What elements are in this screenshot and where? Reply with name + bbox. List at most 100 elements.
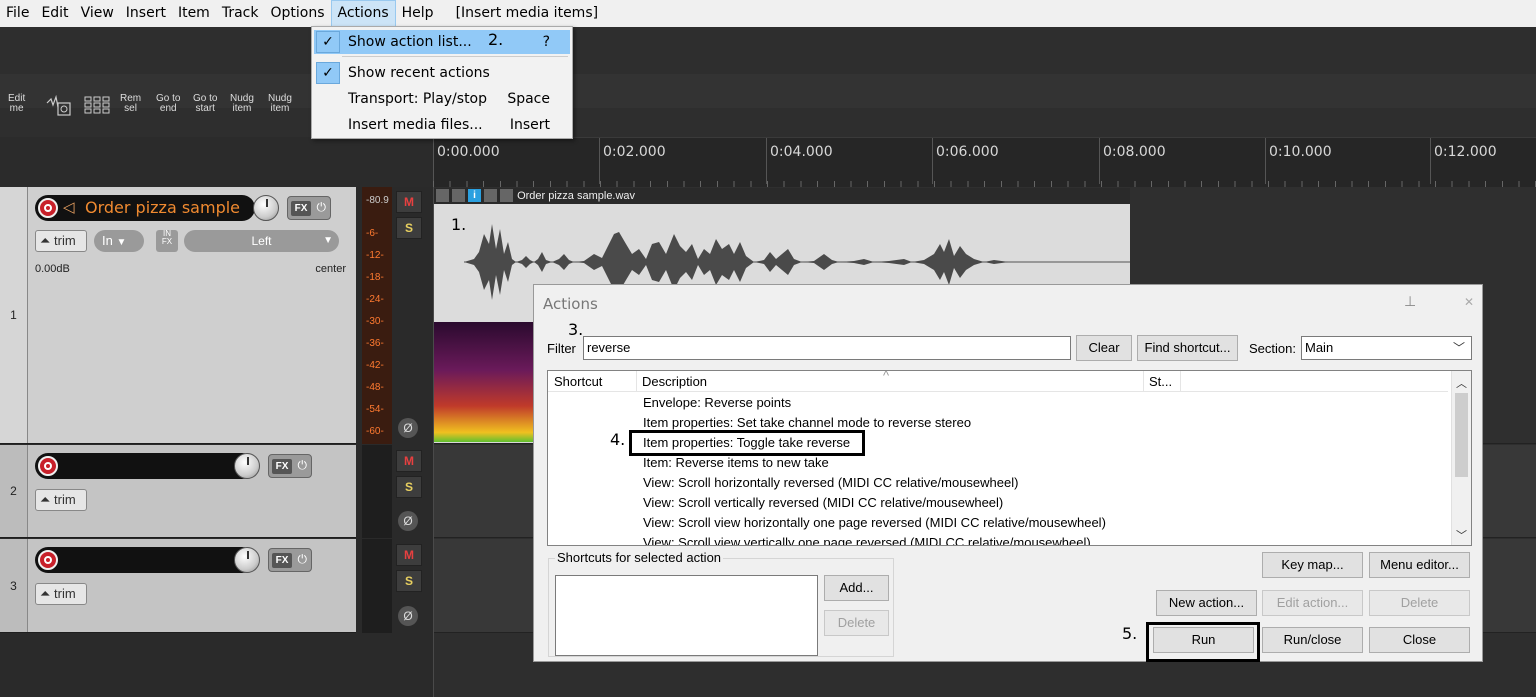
timeline-ruler[interactable]: 0:00.000 0:02.000 0:04.000 0:06.000 0:08… bbox=[433, 137, 1536, 187]
record-arm-icon[interactable] bbox=[38, 550, 58, 570]
input-select-button[interactable]: In ▼ bbox=[94, 230, 144, 252]
speaker-icon[interactable]: ◁ bbox=[63, 198, 75, 216]
toolbar-edit-button[interactable]: Edit me bbox=[8, 94, 25, 114]
scroll-down-icon[interactable]: ﹀ bbox=[1456, 527, 1467, 543]
action-row[interactable]: Envelope: Reverse points bbox=[643, 393, 791, 413]
close-icon[interactable]: ✕ bbox=[1458, 291, 1480, 313]
delete-shortcut-button[interactable]: Delete bbox=[824, 610, 889, 636]
item-properties-icon[interactable]: i bbox=[468, 189, 481, 202]
menu-help[interactable]: Help bbox=[396, 0, 440, 27]
pin-icon[interactable]: ⊥ bbox=[1404, 293, 1416, 310]
menu-item-transport-play-stop[interactable]: Transport: Play/stop Space bbox=[314, 87, 570, 111]
solo-button[interactable]: S bbox=[396, 570, 422, 592]
menu-track[interactable]: Track bbox=[216, 0, 265, 27]
toolbar-go-to-start-button[interactable]: Go to start bbox=[193, 94, 217, 114]
key-map-button[interactable]: Key map... bbox=[1262, 552, 1363, 578]
column-header-shortcut[interactable]: Shortcut bbox=[554, 374, 602, 389]
record-arm-icon[interactable] bbox=[38, 456, 58, 476]
section-value: Main bbox=[1305, 340, 1334, 355]
volume-knob[interactable] bbox=[253, 195, 279, 221]
menu-item-show-action-list[interactable]: ✓ Show action list... ? bbox=[314, 30, 570, 54]
solo-button[interactable]: S bbox=[396, 217, 422, 239]
column-header-description[interactable]: Description bbox=[642, 374, 707, 389]
actions-list[interactable]: Shortcut Description ^ St... Envelope: R… bbox=[547, 370, 1472, 546]
track-name-bar[interactable] bbox=[35, 547, 255, 573]
fx-label: FX bbox=[272, 553, 292, 568]
toolbar-nudge-item-right-button[interactable]: Nudg item bbox=[268, 94, 292, 114]
menu-edit[interactable]: Edit bbox=[35, 0, 74, 27]
phase-invert-icon[interactable]: Ø bbox=[398, 418, 418, 438]
media-item-header[interactable]: i Order pizza sample.wav bbox=[434, 188, 1130, 204]
volume-knob[interactable] bbox=[234, 547, 260, 573]
menu-item[interactable]: Item bbox=[172, 0, 216, 27]
track-number[interactable]: 3 bbox=[0, 539, 28, 632]
new-action-button[interactable]: New action... bbox=[1156, 590, 1257, 616]
toolbar-go-to-end-button[interactable]: Go to end bbox=[156, 94, 180, 114]
action-row[interactable]: View: Scroll view vertically one page re… bbox=[643, 533, 1091, 545]
toolbar-remove-selection-button[interactable]: Rem sel bbox=[120, 94, 141, 114]
menu-options[interactable]: Options bbox=[264, 0, 330, 27]
pan-slider[interactable]: Left ▼ bbox=[184, 230, 339, 252]
mute-button[interactable]: M bbox=[396, 450, 422, 472]
action-row[interactable]: View: Scroll view horizontally one page … bbox=[643, 513, 1106, 533]
take-fx-icon[interactable] bbox=[484, 189, 497, 202]
toolbar-grid-icon[interactable] bbox=[84, 96, 110, 117]
section-select[interactable]: Main ﹀ bbox=[1301, 336, 1472, 360]
automation-trim-button[interactable]: ⏶ trim bbox=[35, 230, 87, 252]
action-row[interactable]: View: Scroll horizontally reversed (MIDI… bbox=[643, 473, 1018, 493]
scroll-up-icon[interactable]: ︿ bbox=[1456, 375, 1467, 391]
track-name[interactable]: Order pizza sample bbox=[85, 198, 240, 217]
fx-button[interactable]: FX ⏻ bbox=[287, 196, 331, 220]
mute-button[interactable]: M bbox=[396, 544, 422, 566]
delete-action-button[interactable]: Delete bbox=[1369, 590, 1470, 616]
track-2[interactable]: 2 FX ⏻ ⏶ trim bbox=[0, 445, 356, 538]
list-scrollbar[interactable]: ︿ ﹀ bbox=[1451, 371, 1471, 545]
action-row[interactable]: View: Scroll vertically reversed (MIDI C… bbox=[643, 493, 1003, 513]
action-row[interactable]: Item: Reverse items to new take bbox=[643, 453, 829, 473]
meter-scale-label: -12- bbox=[366, 250, 384, 261]
mute-item-icon[interactable] bbox=[452, 189, 465, 202]
track-3[interactable]: 3 FX ⏻ ⏶ trim bbox=[0, 539, 356, 633]
solo-button[interactable]: S bbox=[396, 476, 422, 498]
fx-button[interactable]: FX ⏻ bbox=[268, 548, 312, 572]
clear-button[interactable]: Clear bbox=[1076, 335, 1132, 361]
track-name-bar[interactable]: ◁ Order pizza sample bbox=[35, 195, 255, 221]
track-number[interactable]: 1 bbox=[0, 187, 28, 443]
phase-invert-icon[interactable]: Ø bbox=[398, 511, 418, 531]
action-row[interactable]: Item properties: Set take channel mode t… bbox=[643, 413, 971, 433]
menu-item-insert-media-files[interactable]: Insert media files... Insert bbox=[314, 113, 570, 137]
close-button[interactable]: Close bbox=[1369, 627, 1470, 653]
track-1[interactable]: 1 ◁ Order pizza sample FX ⏻ ⏶ trim In ▼ I… bbox=[0, 187, 356, 444]
phase-invert-icon[interactable]: Ø bbox=[398, 606, 418, 626]
menu-actions[interactable]: Actions bbox=[330, 0, 396, 27]
fx-button[interactable]: FX ⏻ bbox=[268, 454, 312, 478]
volume-knob[interactable] bbox=[234, 453, 260, 479]
record-arm-icon[interactable] bbox=[38, 198, 58, 218]
column-header-state[interactable]: St... bbox=[1149, 374, 1172, 389]
menu-item-label: Show action list... bbox=[348, 34, 472, 50]
menu-view[interactable]: View bbox=[75, 0, 120, 27]
track-name-bar[interactable] bbox=[35, 453, 255, 479]
shortcuts-list[interactable] bbox=[555, 575, 818, 656]
edit-action-button[interactable]: Edit action... bbox=[1262, 590, 1363, 616]
envelope-item-icon[interactable] bbox=[500, 189, 513, 202]
mute-button[interactable]: M bbox=[396, 191, 422, 213]
menu-file[interactable]: File bbox=[0, 0, 35, 27]
find-shortcut-button[interactable]: Find shortcut... bbox=[1137, 335, 1238, 361]
automation-trim-button[interactable]: ⏶ trim bbox=[35, 583, 87, 605]
menu-insert[interactable]: Insert bbox=[120, 0, 172, 27]
menu-item-show-recent-actions[interactable]: ✓ Show recent actions bbox=[314, 61, 570, 85]
add-shortcut-button[interactable]: Add... bbox=[824, 575, 889, 601]
run-close-button[interactable]: Run/close bbox=[1262, 627, 1363, 653]
menu-editor-button[interactable]: Menu editor... bbox=[1369, 552, 1470, 578]
automation-trim-button[interactable]: ⏶ trim bbox=[35, 489, 87, 511]
filter-input[interactable]: reverse bbox=[583, 336, 1071, 360]
action-row-highlighted[interactable]: Item properties: Toggle take reverse bbox=[628, 430, 866, 456]
lock-icon[interactable] bbox=[436, 189, 449, 202]
toolbar-record-mode-icon[interactable] bbox=[45, 94, 73, 120]
track-number[interactable]: 2 bbox=[0, 445, 28, 537]
annotation-step-2: 2. bbox=[488, 30, 504, 49]
input-fx-button[interactable]: IN FX bbox=[156, 230, 178, 252]
scrollbar-thumb[interactable] bbox=[1455, 393, 1468, 477]
toolbar-nudge-item-left-button[interactable]: Nudg item bbox=[230, 94, 254, 114]
